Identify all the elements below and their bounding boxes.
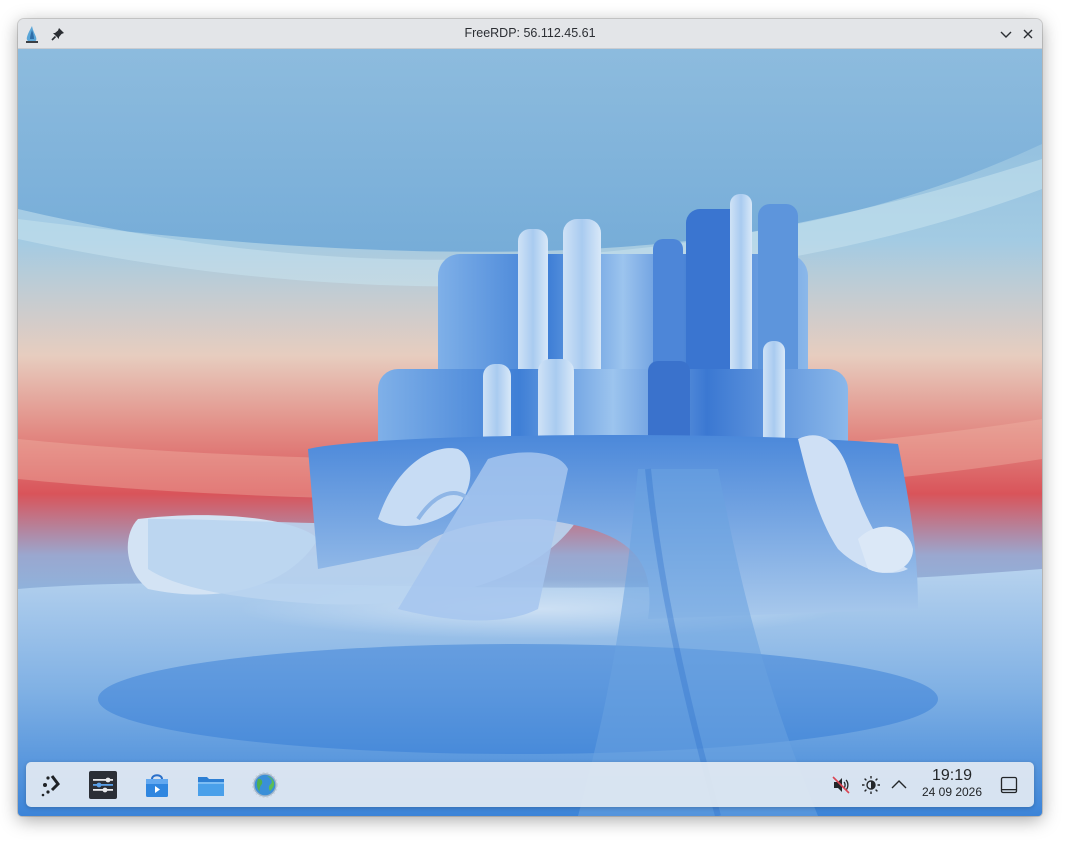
digital-clock[interactable]: 19:19 24 09 2026 <box>914 767 990 800</box>
store-bag-icon[interactable] <box>142 770 172 800</box>
remote-desktop[interactable]: 19:19 24 09 2026 <box>18 49 1042 816</box>
clock-time: 19:19 <box>931 767 973 784</box>
close-icon[interactable] <box>1018 24 1038 44</box>
chevron-up-icon[interactable] <box>888 774 910 796</box>
app-launcher-icon[interactable] <box>36 770 66 800</box>
desktop-wallpaper <box>18 49 1042 816</box>
clock-date: 24 09 2026 <box>921 785 983 799</box>
freerdp-window: FreeRDP: 56.112.45.61 19:19 24 09 2026 <box>18 19 1042 816</box>
brightness-icon[interactable] <box>860 774 882 796</box>
chevron-down-icon[interactable] <box>996 24 1016 44</box>
globe-icon[interactable] <box>250 770 280 800</box>
taskbar-panel: 19:19 24 09 2026 <box>26 762 1034 807</box>
speaker-muted-icon[interactable] <box>830 774 852 796</box>
window-titlebar[interactable]: FreeRDP: 56.112.45.61 <box>18 19 1042 49</box>
show-desktop-icon[interactable] <box>998 774 1020 796</box>
settings-sliders-icon[interactable] <box>88 770 118 800</box>
folder-icon[interactable] <box>196 770 226 800</box>
window-title: FreeRDP: 56.112.45.61 <box>464 26 596 40</box>
